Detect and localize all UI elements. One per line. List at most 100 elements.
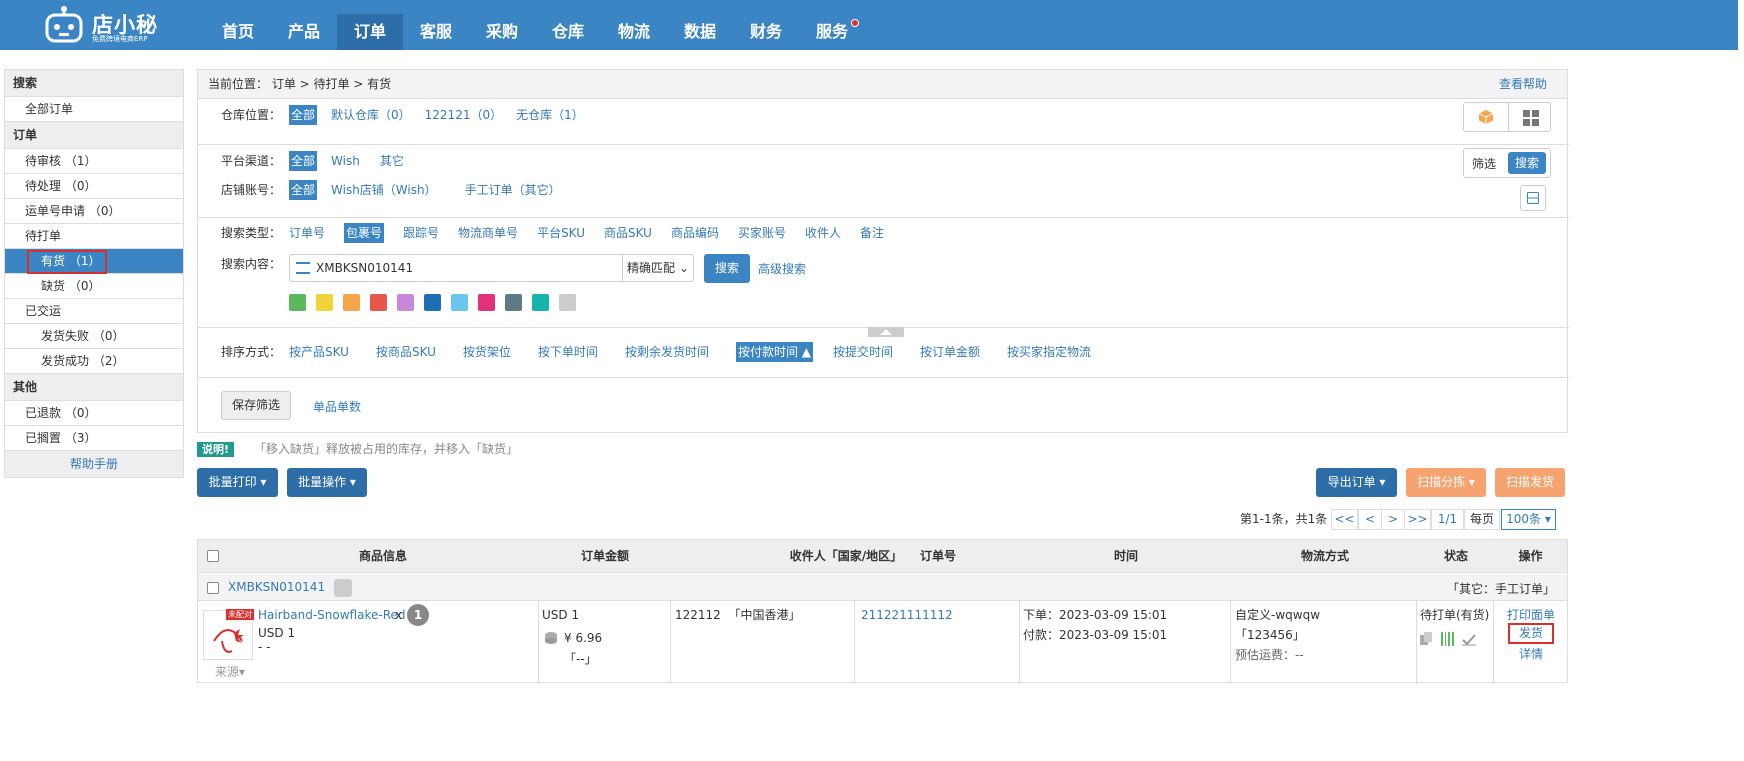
channel-opt-all[interactable]: 全部 [289,151,318,171]
advanced-search-link[interactable]: 高级搜索 [758,260,806,277]
batch-ops-button[interactable]: 批量操作 ▾ [287,468,367,497]
sidebar-item-shelved[interactable]: 已搁置 （3） [5,426,183,451]
warehouse-opt-122121[interactable]: 122121（0） [425,105,502,125]
nav-order[interactable]: 订单 [337,14,403,50]
nav-finance[interactable]: 财务 [733,14,799,50]
search-type-buyer-account[interactable]: 买家账号 [738,223,786,243]
search-type-remark[interactable]: 备注 [860,223,884,243]
filter-toggle-button[interactable]: 筛选 [1472,155,1496,172]
sort-by-product-sku[interactable]: 按产品SKU [289,342,349,362]
color-tag-swatch[interactable] [478,294,495,311]
per-page-select[interactable]: 100条 ▾ [1501,509,1556,530]
color-tag-swatch[interactable] [370,294,387,311]
logo[interactable]: 店小秘 免费跨境电商ERP [44,4,174,46]
scan-sort-button[interactable]: 扫描分拣 ▾ [1406,468,1486,497]
sort-by-submit-time[interactable]: 按提交时间 [833,342,893,362]
save-filter-button[interactable]: 保存筛选 [221,391,291,420]
sidebar-item-ship-success[interactable]: 发货成功 （2） [5,349,183,374]
sidebar-item-shipped[interactable]: 已交运 [5,299,183,324]
search-type-product-code[interactable]: 商品编码 [671,223,719,243]
color-tag[interactable] [334,579,352,597]
batch-print-button[interactable]: 批量打印 ▾ [197,468,278,497]
sidebar-item-refunded[interactable]: 已退款 （0） [5,401,183,426]
nav-purchase[interactable]: 采购 [469,14,535,50]
sidebar-item-ship-failed[interactable]: 发货失败 （0） [5,324,183,349]
match-mode-select[interactable]: 精确匹配 ⌄ [622,254,694,282]
channel-opt-other[interactable]: 其它 [380,151,404,171]
nav-service[interactable]: 客服 [403,14,469,50]
export-orders-button[interactable]: 导出订单 ▾ [1316,468,1397,497]
color-tag-swatch[interactable] [559,294,576,311]
sort-by-remaining-time[interactable]: 按剩余发货时间 [625,342,709,362]
search-input[interactable]: XMBKSN010141 [289,254,623,282]
nav-logistics[interactable]: 物流 [601,14,667,50]
package-id-link[interactable]: XMBKSN010141 [228,580,325,594]
search-button[interactable]: 搜索 [704,254,750,283]
barcode-icon[interactable] [1441,632,1455,646]
pager-prev[interactable]: < [1358,509,1382,530]
sidebar-item-pending-review[interactable]: 待审核 （1） [5,149,183,174]
source-dropdown[interactable]: 来源▾ [215,663,245,681]
grid-view-icon[interactable] [1523,110,1539,126]
sidebar-item-in-stock[interactable]: 有货 （1） [5,249,183,274]
color-tag-swatch[interactable] [397,294,414,311]
nav-home[interactable]: 首页 [205,14,271,50]
sort-by-order-time[interactable]: 按下单时间 [538,342,598,362]
color-tag-swatch[interactable] [505,294,522,311]
pager-last[interactable]: >> [1404,509,1431,530]
search-type-order-no[interactable]: 订单号 [289,223,325,243]
help-manual-link[interactable]: 帮助手册 [5,451,183,478]
nav-product[interactable]: 产品 [271,14,337,50]
collapse-toggle-button[interactable] [1520,185,1546,211]
shop-opt-wish[interactable]: Wish店铺（Wish） [331,180,437,200]
sidebar-item-pending-process[interactable]: 待处理 （0） [5,174,183,199]
color-tag-swatch[interactable] [532,294,549,311]
package-view-icon[interactable] [1478,109,1494,125]
warehouse-opt-none[interactable]: 无仓库（1） [516,105,584,125]
color-tag-swatch[interactable] [316,294,333,311]
pager-next[interactable]: > [1381,509,1405,530]
shop-opt-manual[interactable]: 手工订单（其它） [465,180,561,200]
sidebar-item-to-print[interactable]: 待打单 [5,224,183,249]
pager-page[interactable]: 1/1 [1431,509,1464,530]
scan-ship-button[interactable]: 扫描发货 [1495,468,1565,497]
single-item-filter[interactable]: 单品单数 [313,398,361,415]
warehouse-opt-all[interactable]: 全部 [289,105,318,125]
search-type-carrier-no[interactable]: 物流商单号 [458,223,518,243]
view-help-link[interactable]: 查看帮助 [1499,70,1547,99]
color-tag-swatch[interactable] [424,294,441,311]
pager-first[interactable]: << [1331,509,1358,530]
sidebar-item-out-stock[interactable]: 缺货 （0） [5,274,183,299]
check-icon[interactable] [1462,634,1476,646]
search-type-package-no[interactable]: 包裹号 [344,223,385,243]
sort-by-shelf[interactable]: 按货架位 [463,342,511,362]
search-type-product-sku[interactable]: 商品SKU [604,223,652,243]
warehouse-opt-default[interactable]: 默认仓库（0） [331,105,411,125]
sort-by-buyer-logistics[interactable]: 按买家指定物流 [1007,342,1091,362]
shop-opt-all[interactable]: 全部 [289,180,318,200]
search-type-platform-sku[interactable]: 平台SKU [537,223,585,243]
collapse-arrow-button[interactable] [868,327,904,337]
ship-link[interactable]: 发货 [1508,623,1554,644]
copy-icon[interactable] [1420,632,1432,646]
channel-opt-wish[interactable]: Wish [331,151,360,171]
sidebar-item-all-orders[interactable]: 全部订单 [5,97,183,122]
search-type-recipient[interactable]: 收件人 [805,223,841,243]
color-tag-swatch[interactable] [343,294,360,311]
detail-link[interactable]: 详情 [1519,645,1543,663]
order-no-link[interactable]: 211221111112 [861,606,953,624]
nav-warehouse[interactable]: 仓库 [535,14,601,50]
color-tag-swatch[interactable] [289,294,306,311]
product-image[interactable]: 未配对 [203,609,254,660]
print-label-link[interactable]: 打印面单 [1507,606,1555,624]
order-checkbox[interactable] [207,582,219,594]
color-tag-swatch[interactable] [451,294,468,311]
nav-services[interactable]: 服务 [799,14,865,50]
sort-by-pay-time[interactable]: 按付款时间 ▲ [735,342,813,362]
sidebar-item-waybill-apply[interactable]: 运单号申请 （0） [5,199,183,224]
sort-by-item-sku[interactable]: 按商品SKU [376,342,436,362]
select-all-checkbox[interactable] [207,550,219,562]
product-name-link[interactable]: Hairband-Snowflake-Red [258,606,406,624]
sort-by-amount[interactable]: 按订单金额 [920,342,980,362]
nav-data[interactable]: 数据 [667,14,733,50]
